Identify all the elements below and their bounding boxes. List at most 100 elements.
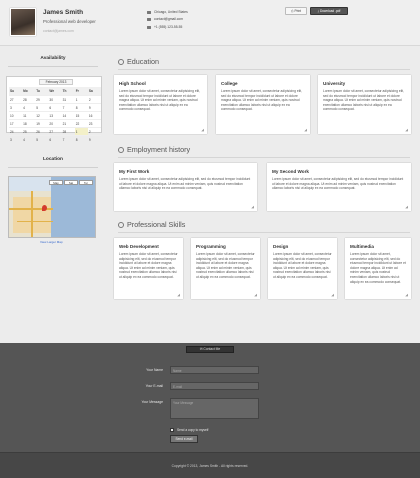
calendar-day[interactable]: 12 <box>35 111 49 119</box>
card-text: Lorem ipsum dolor sit amet, consectetur … <box>323 89 404 112</box>
availability-calendar[interactable]: February 2013 Su Mo Tu We Th Fr Sa 27 28 29 30 31 1 2… <box>6 76 102 142</box>
calendar-day[interactable]: 19 <box>35 119 49 127</box>
calendar-day[interactable]: 3 <box>9 135 23 143</box>
calendar-day[interactable]: 7 <box>61 103 75 111</box>
calendar-day[interactable]: 27 <box>48 127 62 135</box>
calendar-day[interactable]: 25 <box>22 127 36 135</box>
skills-divider <box>118 232 410 233</box>
view-larger-map-link[interactable]: View Larger Map <box>40 240 63 244</box>
card-title: High School <box>119 81 146 86</box>
name-field[interactable]: Name <box>170 366 259 374</box>
contact-location: Chicago, United States <box>147 10 188 14</box>
calendar-weekday: Tu <box>35 87 49 95</box>
card-title: My Second Work <box>272 169 309 174</box>
calendar-day[interactable]: 2 <box>87 127 101 135</box>
card-text: Lorem ipsum dolor sit amet, consectetur … <box>119 177 251 191</box>
map-road <box>17 221 53 222</box>
calendar-day[interactable]: 9 <box>87 135 101 143</box>
skill-card: Programming Lorem ipsum dolor sit amet, … <box>191 238 260 299</box>
education-card: University Lorem ipsum dolor sit amet, c… <box>318 75 411 134</box>
calendar-day[interactable]: 4 <box>22 135 36 143</box>
calendar-weekday-row: Su Mo Tu We Th Fr Sa <box>9 87 101 95</box>
card-title: My First Work <box>119 169 150 174</box>
profile-email[interactable]: contact@james.com <box>43 29 74 33</box>
calendar-day[interactable]: 10 <box>9 111 23 119</box>
calendar-day[interactable]: 7 <box>61 135 75 143</box>
print-button[interactable]: ⎙ Print <box>285 7 307 15</box>
corner-icon: ◢ <box>304 128 307 132</box>
calendar-weekday: Sa <box>87 87 101 95</box>
education-divider <box>118 69 410 70</box>
terrain-type-button[interactable]: Ter <box>79 180 93 185</box>
map-type-button[interactable]: Map <box>49 180 63 185</box>
calendar-day[interactable]: 14 <box>61 111 75 119</box>
calendar-day[interactable]: 6 <box>48 103 62 111</box>
calendar-day[interactable]: 8 <box>74 103 88 111</box>
calendar-day[interactable]: 11 <box>22 111 36 119</box>
avatar <box>10 8 36 36</box>
calendar-day[interactable]: 24 <box>9 127 23 135</box>
contact-phone: +1 (555) 123-55-55 <box>147 25 182 29</box>
profile-role: Professional web developer <box>43 19 96 24</box>
calendar-day[interactable]: 16 <box>87 111 101 119</box>
calendar-month: February 2013 <box>39 79 73 85</box>
corner-icon: ◢ <box>405 205 408 209</box>
satellite-type-button[interactable]: Sat <box>64 180 78 185</box>
contact-email[interactable]: contact@gmail.com <box>147 17 183 21</box>
calendar-week-row: 27 28 29 30 31 1 2 <box>9 95 101 103</box>
calendar-day[interactable]: 5 <box>35 103 49 111</box>
calendar-day[interactable]: 29 <box>35 95 49 103</box>
corner-icon: ◢ <box>405 128 408 132</box>
card-text: Lorem ipsum dolor sit amet, consectetur … <box>119 252 178 279</box>
print-label: Print <box>294 9 301 13</box>
calendar-day[interactable]: 27 <box>9 95 23 103</box>
card-text: Lorem ipsum dolor sit amet, consectetur … <box>272 177 404 191</box>
calendar-day[interactable]: 18 <box>22 119 36 127</box>
send-email-button[interactable]: Send e-mail <box>170 435 198 443</box>
calendar-day[interactable]: 26 <box>35 127 49 135</box>
calendar-day[interactable]: 30 <box>48 95 62 103</box>
bell-icon <box>118 59 124 65</box>
calendar-day[interactable]: 22 <box>74 119 88 127</box>
calendar-day[interactable]: 28 <box>22 95 36 103</box>
trophy-icon <box>118 222 124 228</box>
contact-email-text: contact@gmail.com <box>154 17 183 21</box>
location-map[interactable]: Map Sat Ter <box>8 176 96 238</box>
download-pdf-button[interactable]: ⤓ Download .pdf <box>310 7 348 15</box>
calendar-day[interactable]: 20 <box>48 119 62 127</box>
calendar-day[interactable]: 1 <box>74 127 88 135</box>
calendar-day[interactable]: 9 <box>87 103 101 111</box>
calendar-day[interactable]: 13 <box>48 111 62 119</box>
skills-heading: Professional Skills <box>118 220 185 229</box>
calendar-day[interactable]: 21 <box>61 119 75 127</box>
email-field[interactable]: E-mail <box>170 382 259 390</box>
card-title: Programming <box>196 244 226 249</box>
calendar-day[interactable]: 1 <box>74 95 88 103</box>
send-copy-checkbox[interactable] <box>170 428 174 432</box>
calendar-day[interactable]: 8 <box>74 135 88 143</box>
calendar-day[interactable]: 4 <box>22 103 36 111</box>
calendar-day[interactable]: 28 <box>61 127 75 135</box>
calendar-day[interactable]: 5 <box>35 135 49 143</box>
calendar-day[interactable]: 31 <box>61 95 75 103</box>
calendar-day[interactable]: 6 <box>48 135 62 143</box>
calendar-day[interactable]: 23 <box>87 119 101 127</box>
calendar-weekday: Su <box>9 87 23 95</box>
map-pin-icon[interactable] <box>42 205 47 211</box>
users-icon <box>118 147 124 153</box>
calendar-day[interactable]: 2 <box>87 95 101 103</box>
card-title: University <box>323 81 346 86</box>
profile-header: James Smith Professional web developer c… <box>0 0 420 46</box>
calendar-day[interactable]: 15 <box>74 111 88 119</box>
calendar-day[interactable]: 3 <box>9 103 23 111</box>
corner-icon: ◢ <box>331 293 334 297</box>
employment-card: My First Work Lorem ipsum dolor sit amet… <box>114 163 257 211</box>
envelope-icon <box>147 17 151 21</box>
calendar-day[interactable]: 17 <box>9 119 23 127</box>
send-copy-label: Send a copy to myself <box>177 428 209 432</box>
contact-me-tab[interactable]: ✉ Contact Me <box>186 346 234 353</box>
card-title: Web Development <box>119 244 159 249</box>
contact-location-text: Chicago, United States <box>154 10 188 14</box>
calendar-week-row: 3456789 <box>9 103 101 111</box>
message-field[interactable]: Your Message <box>170 398 259 419</box>
